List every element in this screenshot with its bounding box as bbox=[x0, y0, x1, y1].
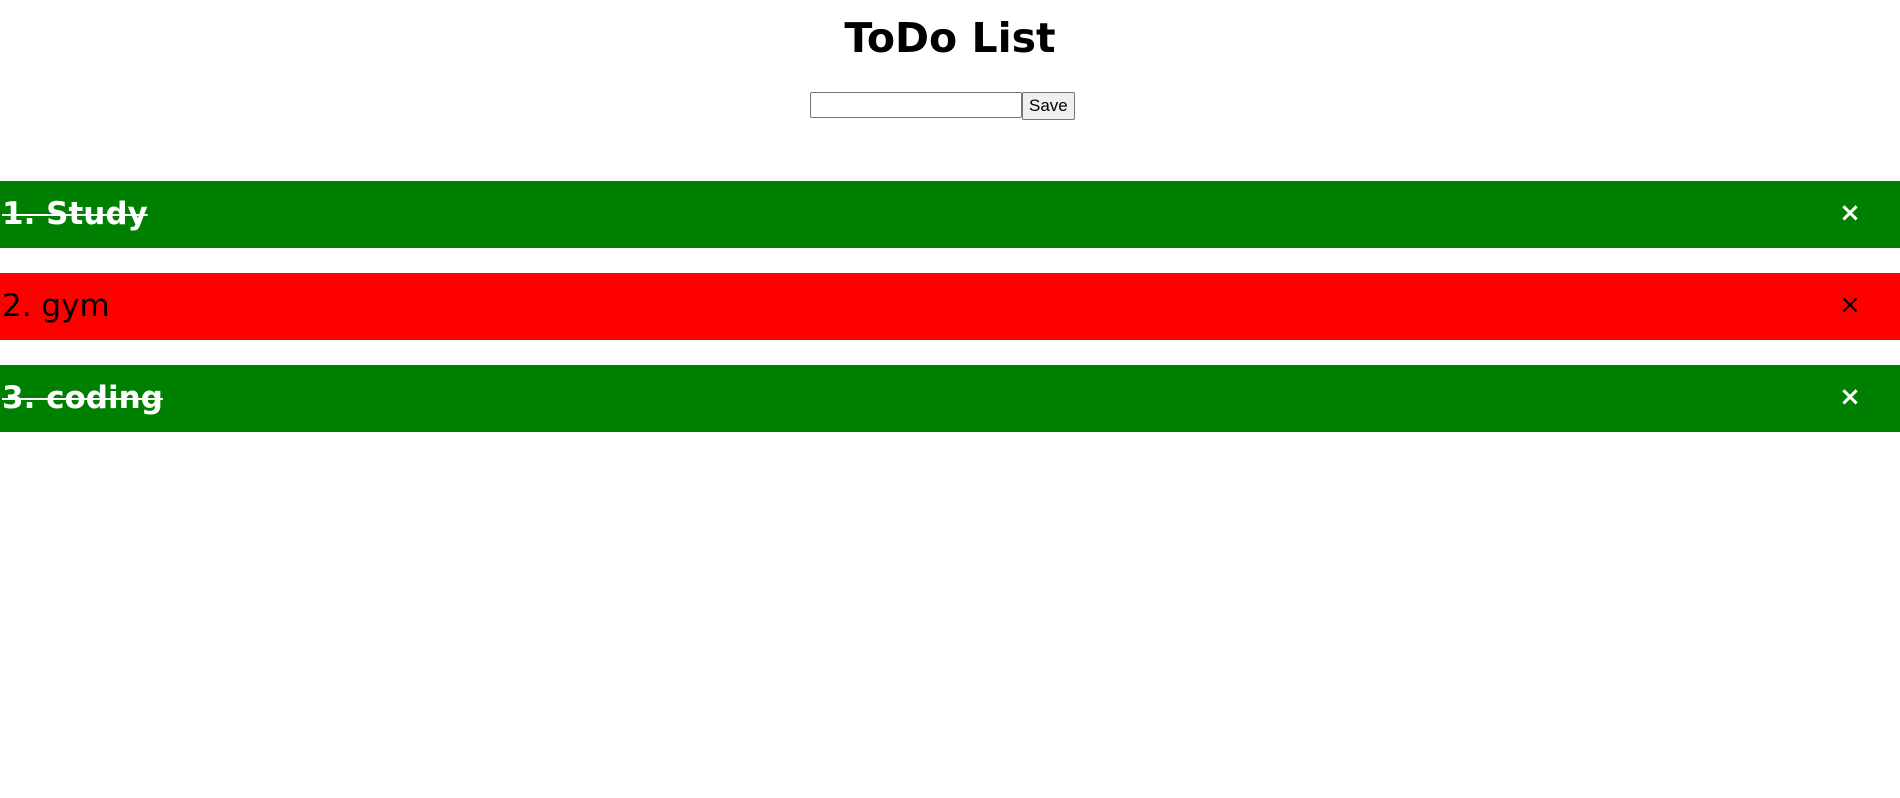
todo-input[interactable] bbox=[810, 92, 1022, 118]
todo-item-label[interactable]: 2. gym bbox=[2, 283, 110, 329]
todo-item-gym[interactable]: 2. gym × bbox=[0, 273, 1900, 340]
todo-app: ToDo List Save 1. Study × 2. gym × 3. co… bbox=[0, 0, 1900, 798]
page-title: ToDo List bbox=[844, 14, 1056, 62]
close-icon[interactable]: × bbox=[1834, 289, 1866, 321]
close-icon[interactable]: × bbox=[1834, 197, 1866, 229]
todo-list: 1. Study × 2. gym × 3. coding × bbox=[0, 181, 1900, 457]
todo-item-study[interactable]: 1. Study × bbox=[0, 181, 1900, 248]
save-button[interactable]: Save bbox=[1022, 92, 1075, 120]
todo-item-label[interactable]: 3. coding bbox=[2, 375, 163, 421]
close-icon[interactable]: × bbox=[1834, 381, 1866, 413]
todo-item-label[interactable]: 1. Study bbox=[2, 191, 148, 237]
add-todo-form: Save bbox=[810, 92, 1075, 120]
todo-item-coding[interactable]: 3. coding × bbox=[0, 365, 1900, 432]
